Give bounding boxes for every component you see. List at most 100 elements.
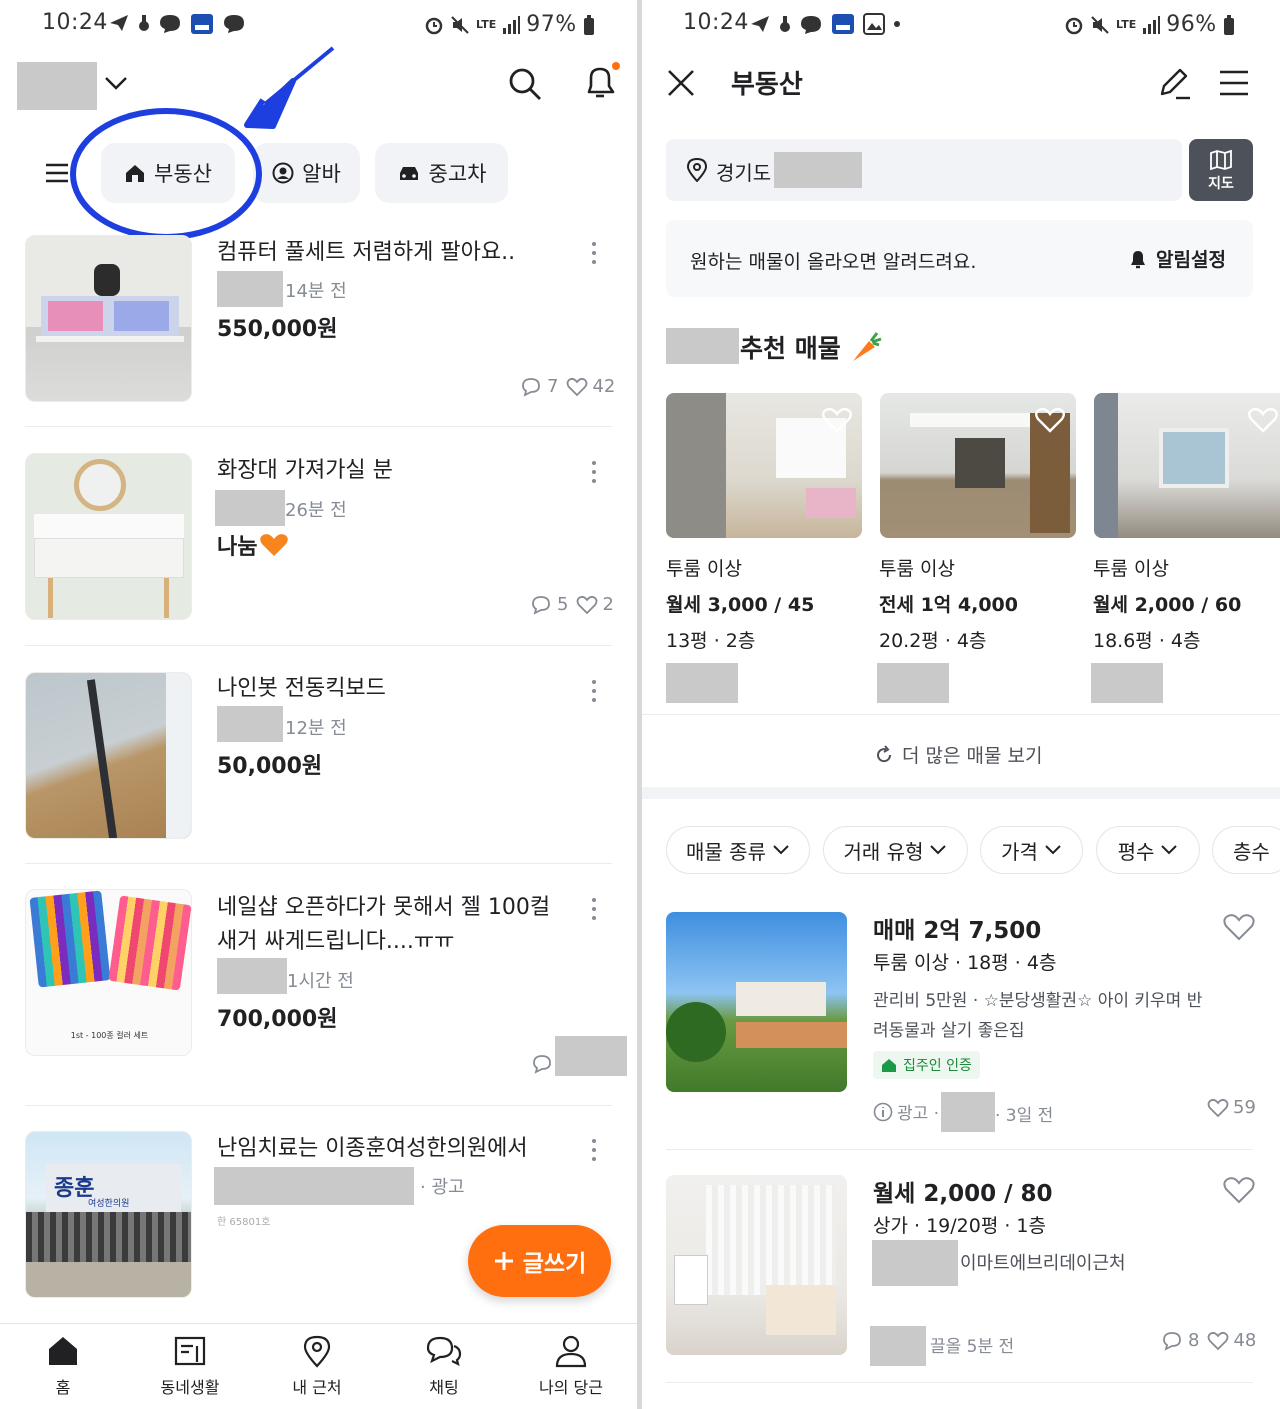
filter-price[interactable]: 가격 [980,826,1083,874]
more-options-icon[interactable] [592,898,596,925]
chat-count: 8 [1188,1330,1200,1351]
seller-redacted [215,490,285,526]
mute-icon [1091,15,1109,34]
alert-settings-label: 알림설정 [1156,249,1226,271]
refresh-icon [877,744,892,762]
listing-photo[interactable] [666,1175,847,1355]
more-listings-button[interactable]: 더 많은 매물 보기 [874,741,1042,768]
ad-label: · 광고 [420,1177,465,1198]
item-title[interactable]: 나인봇 전동킥보드 [217,672,386,706]
favorite-heart-icon[interactable] [1223,913,1255,941]
write-post-button[interactable]: 글쓰기 [468,1225,611,1297]
map-button[interactable]: 지도 [1189,139,1253,201]
chat-icon [426,1336,462,1367]
divider [666,1149,1253,1150]
advertiser-redacted [214,1167,414,1205]
location-search-input[interactable]: 경기도 [666,139,1182,201]
owner-verified-badge: 집주인 인증 [873,1051,980,1079]
more-options-icon[interactable] [592,242,596,269]
item-reactions: 5 2 [531,594,614,615]
ad-thumbnail[interactable]: 종훈 여성한의원 [25,1131,192,1298]
home-screen: 10:24 LTE 97% 부동산 알바 중고차 컴퓨터 풀세트 저렴하게 팔아… [0,0,637,1409]
thumb-sign-sub: 여성한의원 [88,1199,130,1209]
listing-spec: 상가 · 19/20평 · 1층 [873,1215,1047,1237]
chevron-down-icon [1045,845,1061,855]
item-thumbnail[interactable] [25,672,192,839]
item-price: 700,000원 [217,1007,338,1032]
counts-redacted [555,1036,627,1076]
listing-price[interactable]: 월세 2,000 / 80 [873,1174,1053,1208]
like-count: 59 [1233,1097,1256,1118]
recommend-price: 월세 3,000 / 45 [666,594,815,616]
favorite-heart-icon[interactable] [1223,1176,1255,1204]
filter-label: 가격 [1001,839,1038,864]
nav-label: 채팅 [429,1378,459,1397]
alert-text: 원하는 매물이 올라오면 알려드려요. [690,251,977,273]
listing-photo[interactable] [666,912,847,1092]
status-icons [749,13,901,35]
recommend-redacted [666,663,738,703]
item-price-row: 나눔 [217,529,289,561]
location-pin-icon [686,158,708,182]
recommend-type: 투룸 이상 [879,558,955,580]
location-redacted [774,152,862,188]
nav-chat[interactable]: 채팅 [394,1334,494,1398]
annotation-arrow-head [244,78,296,129]
write-post-label: 글쓰기 [522,1251,587,1277]
nav-my-profile[interactable]: 나의 당근 [521,1334,621,1398]
like-count: 48 [1233,1330,1257,1351]
news-app-icon [832,14,854,34]
menu-icon[interactable] [1218,68,1250,98]
item-thumbnail[interactable] [25,235,192,402]
plus-icon [494,1252,513,1270]
chat-count: 5 [557,594,569,615]
carrot-icon [852,332,882,361]
divider [25,645,612,646]
filter-deal-type[interactable]: 거래 유형 [823,826,968,874]
more-options-icon[interactable] [592,461,596,488]
favorite-heart-icon[interactable] [1035,407,1065,433]
listing-likes: 59 [1207,1097,1256,1118]
profile-icon [555,1335,587,1368]
section-title: 추천 매물 [740,334,841,363]
divider [25,1105,612,1106]
more-options-icon[interactable] [592,680,596,707]
item-time: 12분 전 [285,718,347,739]
recommend-type: 투룸 이상 [666,558,742,580]
item-title[interactable]: 난임치료는 이종훈여성한의원에서 [217,1132,528,1166]
filter-label: 거래 유형 [843,839,924,864]
filter-floor[interactable]: 층수 [1212,826,1280,874]
nav-home[interactable]: 홈 [13,1334,113,1398]
recommend-redacted [877,663,949,703]
recommend-price: 월세 2,000 / 60 [1093,594,1242,616]
item-thumbnail[interactable]: 1st - 100종 컬러 세트 [25,889,192,1056]
item-title[interactable]: 컴퓨터 풀세트 저렴하게 팔아요.. [217,236,515,270]
item-thumbnail[interactable] [25,453,192,620]
close-icon[interactable] [666,68,696,98]
edit-icon[interactable] [1156,66,1192,102]
recommend-type: 투룸 이상 [1093,558,1169,580]
filter-property-type[interactable]: 매물 종류 [666,826,810,874]
annotation-circle [70,108,262,240]
section-gap [642,787,1280,799]
favorite-heart-icon[interactable] [822,407,852,433]
info-icon [873,1102,893,1121]
nav-nearby[interactable]: 내 근처 [267,1334,367,1398]
house-check-icon [882,1058,896,1072]
alert-settings-button[interactable]: 알림설정 [1128,245,1226,272]
badge-label: 집주인 인증 [903,1058,972,1074]
favorite-heart-icon[interactable] [1248,407,1278,433]
nav-label: 나의 당근 [539,1378,603,1397]
recommend-price: 전세 1억 4,000 [879,594,1018,616]
more-options-icon[interactable] [592,1139,596,1166]
listing-price[interactable]: 매매 2억 7,500 [873,911,1041,945]
nav-community[interactable]: 동네생활 [140,1334,240,1398]
recommend-redacted [1091,663,1163,703]
filter-area[interactable]: 평수 [1096,826,1200,874]
page-title: 부동산 [731,70,803,100]
item-title-line2[interactable]: 새거 싸게드립니다....ㅠㅠ [217,925,454,959]
item-title[interactable]: 화장대 가져가실 분 [217,454,393,488]
item-reactions: 7 42 [521,376,615,397]
item-title-line1[interactable]: 네일샵 오픈하다가 못해서 젤 100컬 [217,891,550,925]
listing-desc-line2: 려동물과 살기 좋은집 [873,1021,1025,1041]
